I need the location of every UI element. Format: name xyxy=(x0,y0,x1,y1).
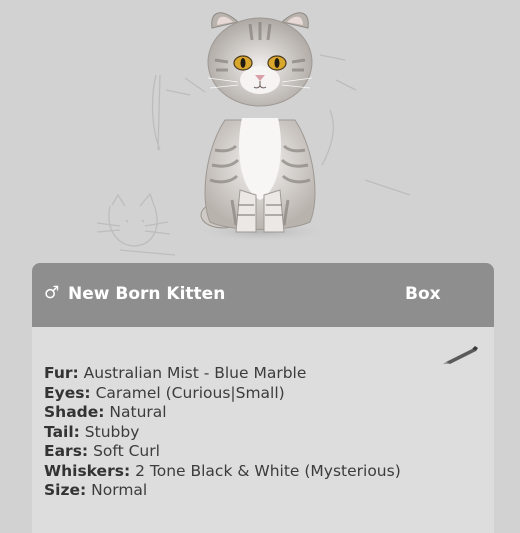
trait-fur: Fur: Australian Mist - Blue Marble xyxy=(44,364,401,384)
trait-ears: Ears: Soft Curl xyxy=(44,442,401,462)
trait-eyes: Eyes: Caramel (Curious|Small) xyxy=(44,384,401,404)
pet-info-panel: ♂ New Born Kitten Box Fur: Australian Mi… xyxy=(32,263,494,533)
trait-tail: Tail: Stubby xyxy=(44,423,401,443)
kitten-image xyxy=(192,12,332,242)
trait-list: Fur: Australian Mist - Blue Marble Eyes:… xyxy=(44,364,401,501)
trait-size: Size: Normal xyxy=(44,481,401,501)
trait-key: Whiskers: xyxy=(44,461,131,480)
trait-key: Tail: xyxy=(44,422,80,441)
trait-value: Normal xyxy=(91,481,148,499)
trait-key: Size: xyxy=(44,481,87,499)
pencil-icon[interactable] xyxy=(442,345,482,365)
trait-value: Stubby xyxy=(84,422,140,441)
panel-header: ♂ New Born Kitten Box xyxy=(32,263,494,327)
box-button[interactable]: Box xyxy=(405,284,441,304)
trait-key: Shade: xyxy=(44,403,105,421)
trait-key: Eyes: xyxy=(44,383,91,402)
trait-value: 2 Tone Black & White (Mysterious) xyxy=(135,461,401,480)
trait-shade: Shade: Natural xyxy=(44,403,401,423)
trait-value: Caramel (Curious|Small) xyxy=(95,383,285,402)
trait-value: Natural xyxy=(109,403,167,421)
trait-key: Ears: xyxy=(44,442,89,460)
male-icon: ♂ xyxy=(44,283,60,303)
trait-value: Soft Curl xyxy=(93,442,160,460)
trait-key: Fur: xyxy=(44,364,79,382)
trait-whiskers: Whiskers: 2 Tone Black & White (Mysterio… xyxy=(44,462,401,482)
trait-value: Australian Mist - Blue Marble xyxy=(83,364,307,382)
pet-name: New Born Kitten xyxy=(68,284,226,304)
